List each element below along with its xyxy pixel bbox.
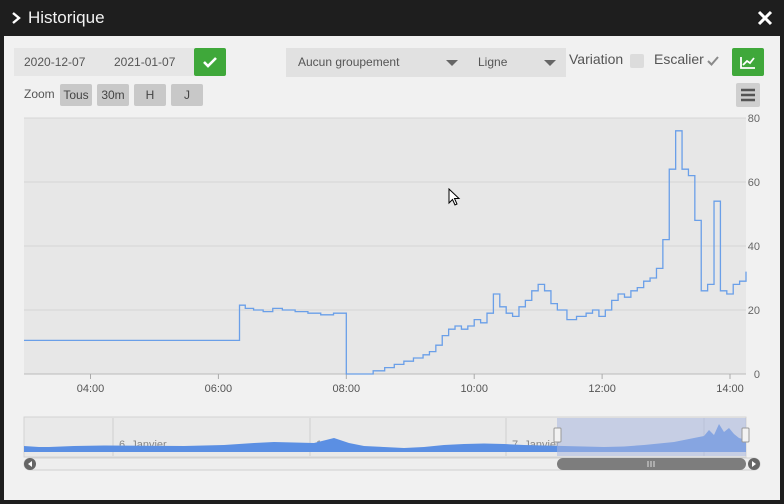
x-tick-label: 14:00 (716, 383, 744, 395)
check-icon (707, 56, 719, 66)
apply-dates-button[interactable] (194, 48, 226, 76)
x-tick-label: 12:00 (588, 383, 616, 395)
grouping-select-value: Aucun groupement (298, 55, 400, 69)
chevron-down-icon (544, 60, 556, 66)
menu-icon (741, 88, 755, 102)
navigator-handle-left[interactable] (553, 427, 562, 443)
y-tick-label: 60 (748, 177, 760, 189)
y-tick-label: 40 (748, 241, 760, 253)
history-chart[interactable]: 0 20 40 60 80 04:00 06:00 08:00 10:00 12:00 14:00… (4, 112, 780, 500)
escalier-label: Escalier (654, 51, 704, 67)
x-tick-label: 08:00 (333, 383, 361, 395)
x-tick-label: 10:00 (460, 383, 488, 395)
zoom-day-button[interactable]: J (171, 84, 203, 106)
variation-checkbox[interactable] (630, 54, 644, 68)
history-panel: 2020-12-07 2021-01-07 Aucun groupement L… (4, 36, 780, 500)
y-tick-label: 80 (748, 113, 760, 125)
x-tick-label: 06:00 (205, 383, 233, 395)
show-graph-button[interactable] (732, 48, 764, 76)
zoom-all-button[interactable]: Tous (60, 84, 92, 106)
zoom-30m-button[interactable]: 30m (97, 84, 129, 106)
chevron-down-icon (446, 60, 458, 66)
zoom-label: Zoom (24, 87, 55, 101)
y-tick-label: 0 (754, 369, 760, 381)
window-titlebar: Historique (0, 0, 784, 36)
chart-menu-button[interactable] (736, 83, 760, 107)
variation-label: Variation (569, 51, 624, 67)
close-icon[interactable] (756, 9, 774, 27)
escalier-checkbox[interactable] (706, 54, 720, 68)
chevron-right-icon (12, 12, 21, 24)
check-icon (203, 57, 217, 68)
date-start-input[interactable]: 2020-12-07 (14, 48, 104, 76)
window-title: Historique (28, 8, 105, 27)
zoom-hour-button[interactable]: H (134, 84, 166, 106)
grouping-select[interactable]: Aucun groupement (286, 48, 468, 77)
y-axis: 0 20 40 60 80 (748, 113, 760, 381)
navigator-handle-right[interactable] (741, 427, 750, 443)
mouse-cursor-icon (448, 188, 461, 206)
date-end-input[interactable]: 2021-01-07 (104, 48, 194, 76)
y-tick-label: 20 (748, 305, 760, 317)
chart-line-icon (740, 57, 755, 69)
navigator-selection[interactable] (557, 418, 746, 456)
x-tick-label: 04:00 (77, 383, 105, 395)
chart-type-select-value: Ligne (478, 55, 508, 69)
x-axis: 04:00 06:00 08:00 10:00 12:00 14:00 (24, 373, 746, 395)
chart-type-select[interactable]: Ligne (466, 48, 566, 77)
